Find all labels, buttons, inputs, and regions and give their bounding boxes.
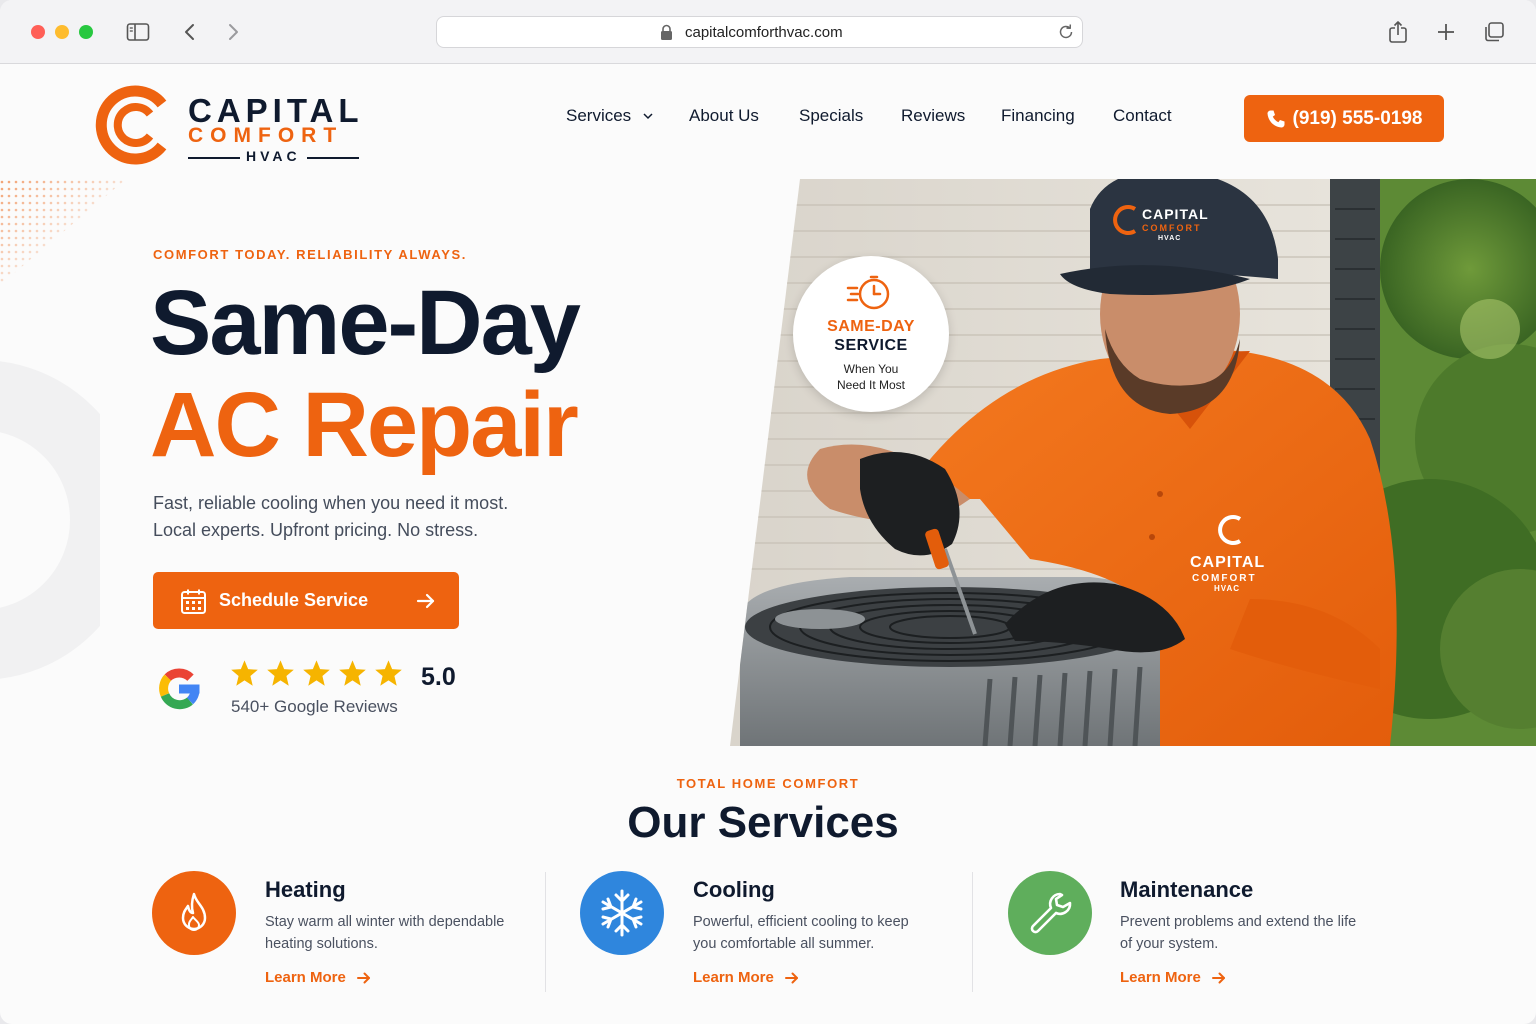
nav-services-label: Services — [566, 106, 632, 125]
fast-clock-icon — [846, 275, 890, 310]
new-tab-icon[interactable] — [1430, 16, 1462, 48]
services-title: Our Services — [627, 798, 899, 847]
star-icon — [375, 660, 402, 686]
maintenance-learn-more-link[interactable]: Learn More — [1120, 969, 1227, 986]
zoom-window-button[interactable] — [79, 25, 93, 39]
service-name-maintenance: Maintenance — [1120, 877, 1254, 902]
badge-line3: When You — [843, 362, 899, 376]
service-desc-heating: Stay warm all winter with dependable hea… — [265, 914, 505, 952]
learn-more-label: Learn More — [265, 969, 346, 986]
learn-more-label: Learn More — [1120, 969, 1201, 986]
badge-line1: SAME-DAY — [827, 318, 915, 335]
browser-toolbar: capitalcomforthvac.com — [0, 0, 1536, 64]
browser-window: capitalcomforthvac.com CAPITAL COMFORT H… — [0, 0, 1536, 1024]
service-divider — [972, 872, 973, 992]
nav-item-reviews[interactable]: Reviews — [901, 106, 965, 126]
star-icon — [267, 660, 294, 686]
heating-learn-more-link[interactable]: Learn More — [265, 969, 372, 986]
cooling-learn-more-link[interactable]: Learn More — [693, 969, 800, 986]
service-divider — [545, 872, 546, 992]
schedule-service-button[interactable]: Schedule Service — [153, 572, 459, 629]
nav-item-contact[interactable]: Contact — [1113, 106, 1172, 126]
nav-item-specials[interactable]: Specials — [799, 106, 863, 126]
learn-more-label: Learn More — [693, 969, 774, 986]
service-name-cooling: Cooling — [693, 877, 775, 902]
call-phone-button[interactable]: (919) 555-0198 — [1244, 95, 1444, 142]
share-icon[interactable] — [1382, 16, 1414, 48]
star-icon — [339, 660, 366, 686]
hero-subtitle-line2: Local experts. Upfront pricing. No stres… — [153, 520, 479, 540]
logo-text-hvac: HVAC — [246, 148, 301, 164]
url-text: capitalcomforthvac.com — [685, 24, 843, 41]
hero-title-line1: Same-Day — [150, 272, 581, 374]
phone-icon — [1267, 110, 1285, 127]
flame-icon — [181, 892, 207, 931]
maintenance-service-icon — [1008, 871, 1092, 955]
chevron-down-icon — [643, 113, 653, 120]
phone-number: (919) 555-0198 — [1292, 107, 1423, 129]
cap-logo-capital: CAPITAL — [1142, 206, 1209, 222]
tab-overview-icon[interactable] — [1478, 16, 1510, 48]
badge-line4: Need It Most — [836, 378, 906, 392]
shirt-logo-capital: CAPITAL — [1190, 554, 1265, 571]
wrench-icon — [1030, 892, 1072, 934]
close-window-button[interactable] — [31, 25, 45, 39]
arrow-right-icon — [784, 972, 798, 983]
nav-item-services[interactable]: Services — [566, 106, 654, 126]
service-desc-maintenance: Prevent problems and extend the life of … — [1120, 914, 1357, 952]
logo-text-comfort: COMFORT — [188, 124, 344, 147]
service-desc-cooling: Powerful, efficient cooling to keep you … — [693, 914, 909, 952]
nav-item-about-us[interactable]: About Us — [689, 106, 759, 126]
hero-subtitle-line1: Fast, reliable cooling when you need it … — [153, 493, 509, 513]
nav-item-financing[interactable]: Financing — [1001, 106, 1075, 126]
arrow-right-icon — [356, 972, 370, 983]
ring-decoration — [0, 361, 100, 679]
lock-icon — [660, 24, 673, 46]
site-logo[interactable]: CAPITAL COMFORT HVAC — [92, 82, 372, 168]
schedule-button-label: Schedule Service — [219, 590, 369, 610]
back-arrow-icon[interactable] — [174, 16, 206, 48]
reload-icon[interactable] — [1056, 22, 1076, 47]
badge-line2: SERVICE — [834, 337, 908, 354]
same-day-badge: SAME-DAY SERVICE When You Need It Most — [793, 256, 949, 412]
arrow-right-icon — [1211, 972, 1225, 983]
shirt-logo-comfort: COMFORT — [1192, 573, 1257, 584]
service-name-heating: Heating — [265, 877, 346, 902]
snowflake-icon — [601, 889, 643, 937]
star-rating — [230, 659, 403, 687]
shirt-logo-hvac: HVAC — [1214, 584, 1240, 593]
heating-service-icon — [152, 871, 236, 955]
hero-eyebrow: COMFORT TODAY. RELIABILITY ALWAYS. — [153, 247, 467, 262]
arrow-right-icon — [416, 593, 435, 609]
hero-title-line2: AC Repair — [150, 374, 579, 476]
google-review-count[interactable]: 540+ Google Reviews — [231, 697, 398, 717]
calendar-icon — [181, 589, 206, 614]
logo-divider-left — [188, 157, 240, 159]
dot-pattern-decoration — [0, 180, 130, 290]
cooling-service-icon — [580, 871, 664, 955]
forward-arrow-icon[interactable] — [217, 16, 249, 48]
address-bar[interactable]: capitalcomforthvac.com — [436, 16, 1083, 48]
logo-divider-right — [307, 157, 359, 159]
cap-logo-hvac: HVAC — [1158, 235, 1181, 242]
cap-logo-comfort: COMFORT — [1142, 223, 1202, 233]
rating-value: 5.0 — [421, 663, 456, 691]
services-eyebrow: TOTAL HOME COMFORT — [676, 776, 860, 791]
star-icon — [303, 660, 330, 686]
logo-mark-icon — [95, 85, 167, 165]
google-logo-icon — [159, 668, 200, 710]
sidebar-toggle-icon[interactable] — [122, 16, 154, 48]
minimize-window-button[interactable] — [55, 25, 69, 39]
star-icon — [231, 660, 258, 686]
